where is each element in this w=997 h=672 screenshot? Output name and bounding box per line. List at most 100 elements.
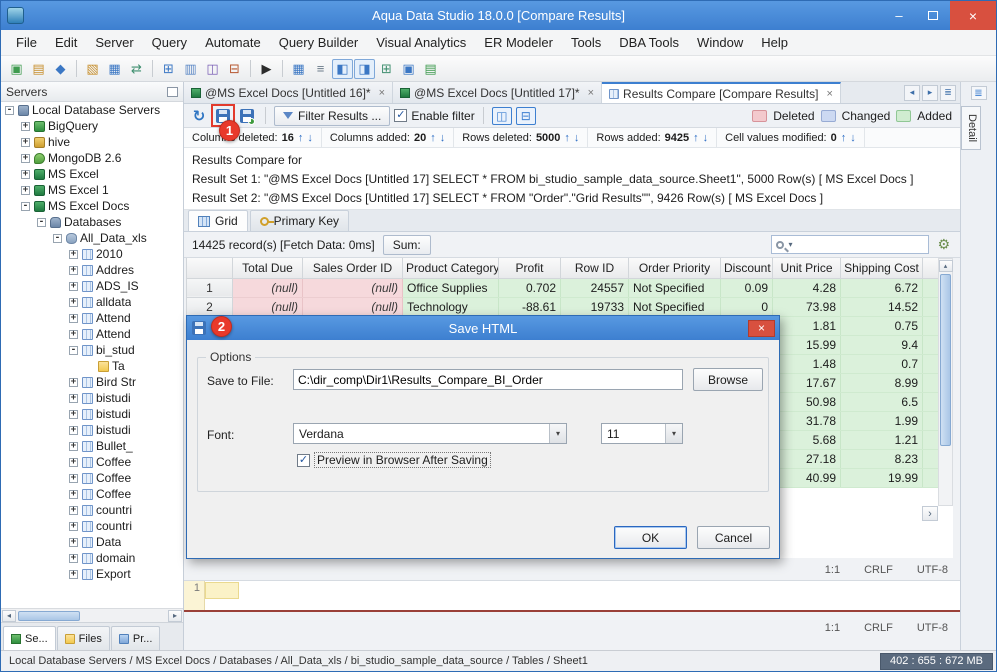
save-to-file-input[interactable] [293, 369, 683, 390]
prev-tab-icon[interactable]: ◂ [904, 84, 920, 101]
expand-icon[interactable]: + [69, 521, 78, 531]
col-product-category[interactable]: Product Category [402, 258, 499, 279]
doc-tab-untitled-16[interactable]: @MS Excel Docs [Untitled 16]* × [184, 82, 394, 103]
server-groups-icon[interactable]: ▤ [28, 59, 49, 79]
tree-item-countri-2[interactable]: + countri [1, 518, 183, 534]
expand-icon[interactable]: + [69, 553, 78, 563]
minimize-button[interactable]: – [882, 1, 916, 30]
row-number[interactable]: 1 [186, 277, 233, 298]
grid-cell[interactable]: 0.09 [720, 278, 773, 298]
next-tab-icon[interactable]: ▸ [922, 84, 938, 101]
next-diff-icon[interactable]: ↓ [850, 132, 856, 144]
grid-cell[interactable]: Not Specified [628, 297, 721, 317]
filter-results-button[interactable]: Filter Results ... [274, 105, 391, 126]
font-select[interactable]: Verdana ▾ [293, 423, 567, 444]
next-diff-icon[interactable]: ↓ [440, 132, 446, 144]
layout-horizontal-toggle[interactable]: ⊟ [515, 106, 536, 125]
grid-cell[interactable]: Not Specified [628, 278, 721, 298]
ok-button[interactable]: OK [614, 526, 687, 549]
grid-cell[interactable]: 17.67 [772, 373, 841, 393]
grid-cell[interactable]: (null) [302, 278, 403, 298]
close-tab-icon[interactable]: × [379, 87, 385, 99]
grid-cell[interactable]: 19.99 [840, 468, 923, 488]
grid-cell[interactable]: 14.52 [840, 297, 923, 317]
expand-icon[interactable]: - [53, 233, 62, 243]
prev-diff-icon[interactable]: ↑ [430, 132, 436, 144]
expand-icon[interactable]: + [69, 457, 78, 467]
menu-dba-tools[interactable]: DBA Tools [610, 31, 688, 54]
menu-server[interactable]: Server [86, 31, 142, 54]
grid-options-gear-icon[interactable]: ⚙ [937, 236, 950, 253]
menu-query-builder[interactable]: Query Builder [270, 31, 367, 54]
expand-icon[interactable]: + [69, 569, 78, 579]
pivot-grid-icon[interactable]: ⊞ [376, 59, 397, 79]
tree-item-coffee-2[interactable]: + Coffee [1, 470, 183, 486]
query-builder-icon[interactable]: ◫ [202, 59, 223, 79]
tree-item-2010[interactable]: +2010 [1, 246, 183, 262]
expand-icon[interactable]: + [69, 441, 78, 451]
menu-window[interactable]: Window [688, 31, 752, 54]
prev-diff-icon[interactable]: ↑ [298, 132, 304, 144]
expand-icon[interactable]: + [69, 313, 78, 323]
tree-item-domain[interactable]: + domain [1, 550, 183, 566]
expand-icon[interactable]: + [69, 297, 78, 307]
tree-item-export[interactable]: + Export [1, 566, 183, 582]
er-modeler-icon[interactable]: ⊟ [224, 59, 245, 79]
col-discount[interactable]: Discount [720, 258, 773, 279]
expand-icon[interactable]: + [69, 537, 78, 547]
close-tab-icon[interactable]: × [826, 88, 832, 100]
grid-cell[interactable]: (null) [302, 297, 403, 317]
menu-tools[interactable]: Tools [562, 31, 610, 54]
results-text-icon[interactable]: ≡ [310, 59, 331, 79]
grid-cell[interactable]: 0.7 [840, 354, 923, 374]
doc-tab-untitled-17[interactable]: @MS Excel Docs [Untitled 17]* × [393, 82, 603, 103]
expand-icon[interactable]: + [21, 121, 30, 131]
grid-cell[interactable]: 0.75 [840, 316, 923, 336]
menu-edit[interactable]: Edit [46, 31, 86, 54]
enable-filter-checkbox[interactable]: ✓ [394, 109, 408, 122]
export-results-button[interactable] [237, 106, 257, 125]
tree-item-bistudi[interactable]: + bistudi [1, 390, 183, 406]
tree-item-data[interactable]: + Data [1, 534, 183, 550]
schema-browser-icon[interactable]: ⊞ [158, 59, 179, 79]
scroll-more-icon[interactable]: › [922, 506, 938, 521]
menu-er-modeler[interactable]: ER Modeler [475, 31, 562, 54]
menu-file[interactable]: File [7, 31, 46, 54]
tree-item-tables-folder[interactable]: Ta [1, 358, 183, 374]
expand-icon[interactable]: + [69, 281, 78, 291]
expand-icon[interactable]: + [69, 393, 78, 403]
prev-diff-icon[interactable]: ↑ [841, 132, 847, 144]
font-size-select[interactable]: 11 ▾ [601, 423, 683, 444]
row-number[interactable]: 2 [186, 296, 233, 317]
tree-item-bigquery[interactable]: + BigQuery [1, 118, 183, 134]
chart-view-icon[interactable]: ▤ [420, 59, 441, 79]
import-tool-icon[interactable]: ⇄ [126, 59, 147, 79]
tree-item-databases[interactable]: - Databases [1, 214, 183, 230]
grid-cell[interactable]: (null) [232, 278, 303, 298]
tree-item-attend[interactable]: + Attend [1, 310, 183, 326]
connect-server-icon[interactable]: ◆ [50, 59, 71, 79]
grid-cell[interactable]: 19733 [560, 297, 629, 317]
grid-cell[interactable]: 73.98 [772, 297, 841, 317]
expand-icon[interactable]: + [21, 185, 30, 195]
chevron-down-icon[interactable]: ▾ [788, 240, 792, 249]
dock-windows-icon[interactable]: ≣ [970, 86, 987, 100]
expand-icon[interactable]: + [69, 329, 78, 339]
grid-vertical-scrollbar[interactable]: ▴ [938, 258, 953, 506]
register-server-icon[interactable]: ▣ [6, 59, 27, 79]
grid-cell[interactable]: 1.81 [772, 316, 841, 336]
table-row[interactable]: 2 (null) (null) Technology -88.61 19733 … [186, 296, 939, 317]
scroll-left-icon[interactable]: ◂ [2, 609, 16, 622]
refresh-icon[interactable]: ↻ [189, 106, 209, 125]
expand-icon[interactable]: + [69, 377, 78, 387]
maximize-button[interactable] [916, 1, 950, 30]
tree-item-local-database-servers[interactable]: - Local Database Servers [1, 102, 183, 118]
col-row-id[interactable]: Row ID [560, 258, 629, 279]
expand-icon[interactable]: - [69, 345, 78, 355]
doc-tab-results-compare[interactable]: Results Compare [Compare Results] × [602, 82, 841, 103]
layout-vertical-toggle[interactable]: ◫ [491, 106, 512, 125]
tab-grid[interactable]: Grid [188, 210, 248, 231]
chevron-down-icon[interactable]: ▾ [665, 424, 682, 443]
expand-icon[interactable]: + [69, 505, 78, 515]
grid-cell[interactable]: Technology [402, 297, 499, 317]
